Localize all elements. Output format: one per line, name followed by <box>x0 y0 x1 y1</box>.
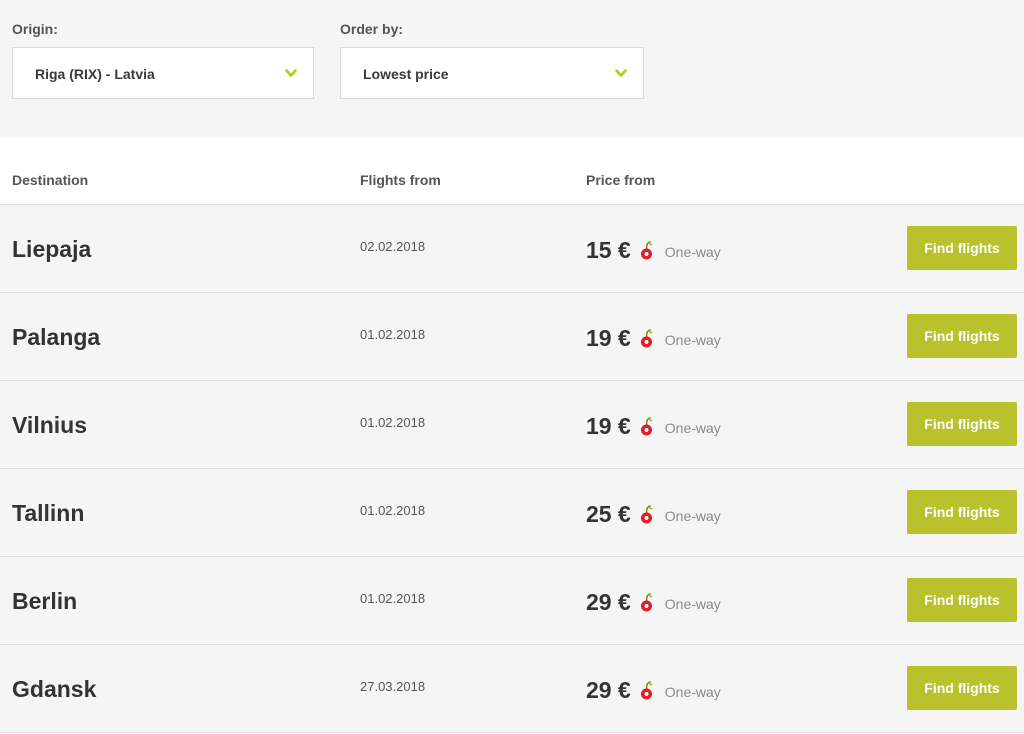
destination-name: Gdansk <box>12 676 97 702</box>
price-value: 15 € <box>586 237 631 263</box>
cherry-icon <box>640 329 653 348</box>
destination-name: Vilnius <box>12 412 87 438</box>
table-row: Berlin 01.02.2018 29 € One-way Find flig… <box>0 557 1024 645</box>
find-flights-button[interactable]: Find flights <box>907 490 1017 534</box>
price-cell: 25 € One-way <box>586 499 721 529</box>
table-row: Vilnius 01.02.2018 19 € One-way Find fli… <box>0 381 1024 469</box>
flight-date: 01.02.2018 <box>360 503 426 518</box>
cherry-icon <box>640 593 653 612</box>
price-cell: 19 € One-way <box>586 323 721 353</box>
destination-name: Liepaja <box>12 236 92 262</box>
price-value: 29 € <box>586 677 631 703</box>
price-value: 19 € <box>586 325 631 351</box>
flight-date: 02.02.2018 <box>360 239 426 254</box>
flight-date: 01.02.2018 <box>360 591 426 606</box>
trip-type: One-way <box>664 420 721 436</box>
price-value: 25 € <box>586 501 631 527</box>
price-cell: 19 € One-way <box>586 411 721 441</box>
destination-name: Tallinn <box>12 500 85 526</box>
cherry-icon <box>640 417 653 436</box>
header-price-from: Price from <box>586 172 656 188</box>
chevron-down-icon <box>285 69 297 77</box>
price-value: 19 € <box>586 413 631 439</box>
table-row: Palanga 01.02.2018 19 € One-way Find fli… <box>0 293 1024 381</box>
order-by-select[interactable]: Lowest price <box>340 47 644 99</box>
trip-type: One-way <box>664 332 721 348</box>
order-by-label: Order by: <box>340 21 404 37</box>
find-flights-button[interactable]: Find flights <box>907 226 1017 270</box>
table-body: Liepaja 02.02.2018 15 € One-way Find fli… <box>0 205 1024 733</box>
order-by-select-value: Lowest price <box>363 66 449 82</box>
filter-panel: Origin: Riga (RIX) - Latvia Order by: Lo… <box>0 0 1024 137</box>
origin-label: Origin: <box>12 21 58 37</box>
flight-date: 01.02.2018 <box>360 415 426 430</box>
table-row: Gdansk 27.03.2018 29 € One-way Find flig… <box>0 645 1024 733</box>
price-cell: 29 € One-way <box>586 587 721 617</box>
table-row: Tallinn 01.02.2018 25 € One-way Find fli… <box>0 469 1024 557</box>
origin-select-value: Riga (RIX) - Latvia <box>35 66 155 82</box>
find-flights-button[interactable]: Find flights <box>907 402 1017 446</box>
flight-date: 01.02.2018 <box>360 327 426 342</box>
origin-filter: Origin: Riga (RIX) - Latvia <box>12 20 314 99</box>
origin-select[interactable]: Riga (RIX) - Latvia <box>12 47 314 99</box>
table-header: Destination Flights from Price from <box>0 137 1024 205</box>
cherry-icon <box>640 241 653 260</box>
destination-name: Berlin <box>12 588 78 614</box>
price-value: 29 € <box>586 589 631 615</box>
destination-name: Palanga <box>12 324 101 350</box>
order-by-filter: Order by: Lowest price <box>340 20 644 99</box>
cherry-icon <box>640 681 653 700</box>
table-row: Liepaja 02.02.2018 15 € One-way Find fli… <box>0 205 1024 293</box>
chevron-down-icon <box>615 69 627 77</box>
header-destination: Destination <box>12 172 89 188</box>
trip-type: One-way <box>664 244 721 260</box>
price-cell: 29 € One-way <box>586 675 721 705</box>
find-flights-button[interactable]: Find flights <box>907 666 1017 710</box>
flight-date: 27.03.2018 <box>360 679 426 694</box>
trip-type: One-way <box>664 508 721 524</box>
header-flights-from: Flights from <box>360 172 441 188</box>
find-flights-button[interactable]: Find flights <box>907 578 1017 622</box>
find-flights-button[interactable]: Find flights <box>907 314 1017 358</box>
trip-type: One-way <box>664 684 721 700</box>
destinations-table: Destination Flights from Price from Liep… <box>0 137 1024 734</box>
price-cell: 15 € One-way <box>586 235 721 265</box>
trip-type: One-way <box>664 596 721 612</box>
cherry-icon <box>640 505 653 524</box>
